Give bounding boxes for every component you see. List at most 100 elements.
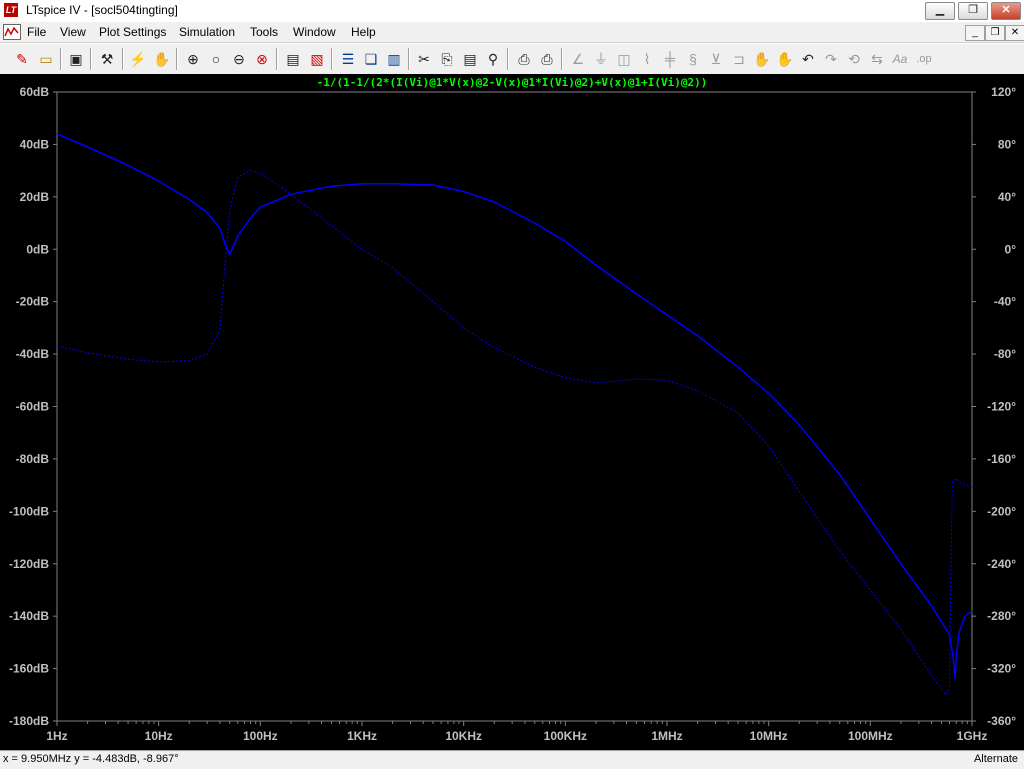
left-axis-label: -100dB bbox=[9, 504, 49, 518]
print-preview-icon[interactable]: ⎙ bbox=[514, 49, 534, 69]
capacitor-icon[interactable]: ╪ bbox=[660, 49, 680, 69]
left-axis-label: -80dB bbox=[16, 452, 50, 466]
left-axis-label: -160dB bbox=[9, 662, 49, 676]
drag-icon[interactable]: ✋ bbox=[775, 49, 795, 69]
autorange-icon[interactable]: ▤ bbox=[283, 49, 303, 69]
copy-icon[interactable]: ⎘ bbox=[437, 49, 457, 69]
left-axis-label: 0dB bbox=[26, 242, 49, 256]
cut-icon[interactable]: ✂ bbox=[414, 49, 434, 69]
axes-group: 60dB40dB20dB0dB-20dB-40dB-60dB-80dB-100d… bbox=[9, 85, 1016, 743]
label-net-icon[interactable]: ◫ bbox=[614, 49, 634, 69]
left-axis-label: -40dB bbox=[16, 347, 50, 361]
zoom-cancel-icon[interactable]: ⊗ bbox=[252, 49, 272, 69]
menu-file[interactable]: File bbox=[27, 25, 46, 39]
menu-view[interactable]: View bbox=[60, 25, 86, 39]
right-axis-label: -40° bbox=[994, 295, 1016, 309]
right-axis-label: 40° bbox=[998, 190, 1016, 204]
left-axis-label: -180dB bbox=[9, 714, 49, 728]
x-axis-label: 10MHz bbox=[750, 729, 788, 743]
plot-canvas[interactable]: 60dB40dB20dB0dB-20dB-40dB-60dB-80dB-100d… bbox=[0, 74, 1024, 750]
move-icon[interactable]: ✋ bbox=[752, 49, 772, 69]
left-axis-label: -60dB bbox=[16, 400, 50, 414]
mdi-close-button[interactable]: ✕ bbox=[1005, 25, 1024, 41]
traces-group bbox=[56, 133, 973, 696]
spice-directive-icon[interactable]: .op bbox=[914, 49, 934, 69]
rotate-icon[interactable]: ⟲ bbox=[844, 49, 864, 69]
zoom-out-icon[interactable]: ⊖ bbox=[229, 49, 249, 69]
undo-icon[interactable]: ↶ bbox=[798, 49, 818, 69]
x-axis-label: 10Hz bbox=[145, 729, 173, 743]
phase-trace[interactable] bbox=[56, 170, 973, 696]
wire-icon[interactable]: ∠ bbox=[568, 49, 588, 69]
waveform-document-icon[interactable] bbox=[3, 24, 21, 40]
menu-window[interactable]: Window bbox=[293, 25, 336, 39]
minimize-button[interactable]: ▁ bbox=[925, 2, 955, 20]
ground-icon[interactable]: ⏚ bbox=[591, 49, 611, 69]
plot-frame bbox=[56, 91, 973, 722]
right-axis-label: -120° bbox=[987, 400, 1016, 414]
x-axis-label: 10KHz bbox=[445, 729, 482, 743]
cascade-icon[interactable]: ❏ bbox=[361, 49, 381, 69]
right-axis-label: -360° bbox=[987, 714, 1016, 728]
x-axis-label: 1MHz bbox=[651, 729, 682, 743]
right-axis-label: -80° bbox=[994, 347, 1016, 361]
mdi-minimize-button[interactable]: _ bbox=[965, 25, 985, 41]
text-icon[interactable]: Aa bbox=[890, 49, 910, 69]
resistor-icon[interactable]: ⌇ bbox=[637, 49, 657, 69]
zoom-back-icon[interactable]: ○ bbox=[206, 49, 226, 69]
tile-vertical-icon[interactable]: ▥ bbox=[384, 49, 404, 69]
cursor-readout: x = 9.950MHz y = -4.483dB, -8.967° bbox=[3, 753, 179, 765]
new-schematic-icon[interactable]: ✎ bbox=[12, 49, 32, 69]
trace-expression-label[interactable]: -1/(1-1/(2*(I(Vi)@1*V(x)@2-V(x)@1*I(Vi)@… bbox=[0, 76, 1024, 89]
left-axis-label: -20dB bbox=[16, 295, 50, 309]
x-axis-label: 100MHz bbox=[848, 729, 893, 743]
find-icon[interactable]: ⚲ bbox=[483, 49, 503, 69]
redo-icon[interactable]: ↷ bbox=[821, 49, 841, 69]
statusbar: x = 9.950MHz y = -4.483dB, -8.967° Alter… bbox=[0, 750, 1024, 769]
mdi-restore-button[interactable]: ❐ bbox=[985, 25, 1005, 41]
halt-icon[interactable]: ✋ bbox=[152, 49, 172, 69]
left-axis-label: 20dB bbox=[20, 190, 50, 204]
x-axis-label: 1Hz bbox=[46, 729, 67, 743]
left-axis-label: 40dB bbox=[20, 137, 50, 151]
left-axis-label: -120dB bbox=[9, 557, 49, 571]
toolbar: ✎ ▭ ▣ ⚒ ⚡ ✋ ⊕ ○ ⊖ ⊗ ▤ ▧ ☰ ❏ ▥ ✂ ⎘ ▤ ⚲ ⎙ … bbox=[0, 43, 1024, 75]
run-icon[interactable]: ⚡ bbox=[128, 49, 148, 69]
right-axis-label: -200° bbox=[987, 504, 1016, 518]
right-axis-label: -280° bbox=[987, 609, 1016, 623]
diode-icon[interactable]: ⊻ bbox=[706, 49, 726, 69]
x-axis-label: 100KHz bbox=[544, 729, 587, 743]
right-axis-label: -160° bbox=[987, 452, 1016, 466]
pan-icon[interactable]: ▧ bbox=[307, 49, 327, 69]
menu-simulation[interactable]: Simulation bbox=[179, 25, 235, 39]
print-icon[interactable]: ⎙ bbox=[537, 49, 557, 69]
menu-tools[interactable]: Tools bbox=[250, 25, 278, 39]
tile-horizontal-icon[interactable]: ☰ bbox=[338, 49, 358, 69]
open-icon[interactable]: ▭ bbox=[36, 49, 56, 69]
inductor-icon[interactable]: § bbox=[683, 49, 703, 69]
control-panel-icon[interactable]: ⚒ bbox=[97, 49, 117, 69]
menubar: File View Plot Settings Simulation Tools… bbox=[0, 22, 1024, 42]
zoom-area-icon[interactable]: ⊕ bbox=[183, 49, 203, 69]
mirror-icon[interactable]: ⇆ bbox=[867, 49, 887, 69]
magnitude-trace[interactable] bbox=[56, 133, 973, 680]
window-title: LTspice IV - [socl504tingting] bbox=[26, 3, 178, 17]
paste-icon[interactable]: ▤ bbox=[460, 49, 480, 69]
right-axis-label: -320° bbox=[987, 662, 1016, 676]
x-axis-label: 1GHz bbox=[957, 729, 988, 743]
window-titlebar: LT LTspice IV - [socl504tingting] ▁ ❐ ✕ bbox=[0, 0, 1024, 23]
x-axis-label: 100Hz bbox=[243, 729, 278, 743]
x-axis-label: 1KHz bbox=[347, 729, 377, 743]
maximize-button[interactable]: ❐ bbox=[958, 2, 988, 20]
menu-plot-settings[interactable]: Plot Settings bbox=[99, 25, 166, 39]
ltspice-logo-icon: LT bbox=[4, 3, 18, 17]
mode-indicator: Alternate bbox=[973, 753, 1018, 765]
right-axis-label: 0° bbox=[1005, 242, 1017, 256]
right-axis-label: 80° bbox=[998, 137, 1016, 151]
close-button[interactable]: ✕ bbox=[991, 2, 1021, 20]
right-axis-label: -240° bbox=[987, 557, 1016, 571]
menu-help[interactable]: Help bbox=[351, 25, 376, 39]
component-icon[interactable]: ⊐ bbox=[729, 49, 749, 69]
save-icon[interactable]: ▣ bbox=[66, 49, 86, 69]
waveform-plot[interactable]: 60dB 40dB 20dB 0dB -20dB -40dB -60dB -80dB -100d… bbox=[0, 74, 1024, 750]
